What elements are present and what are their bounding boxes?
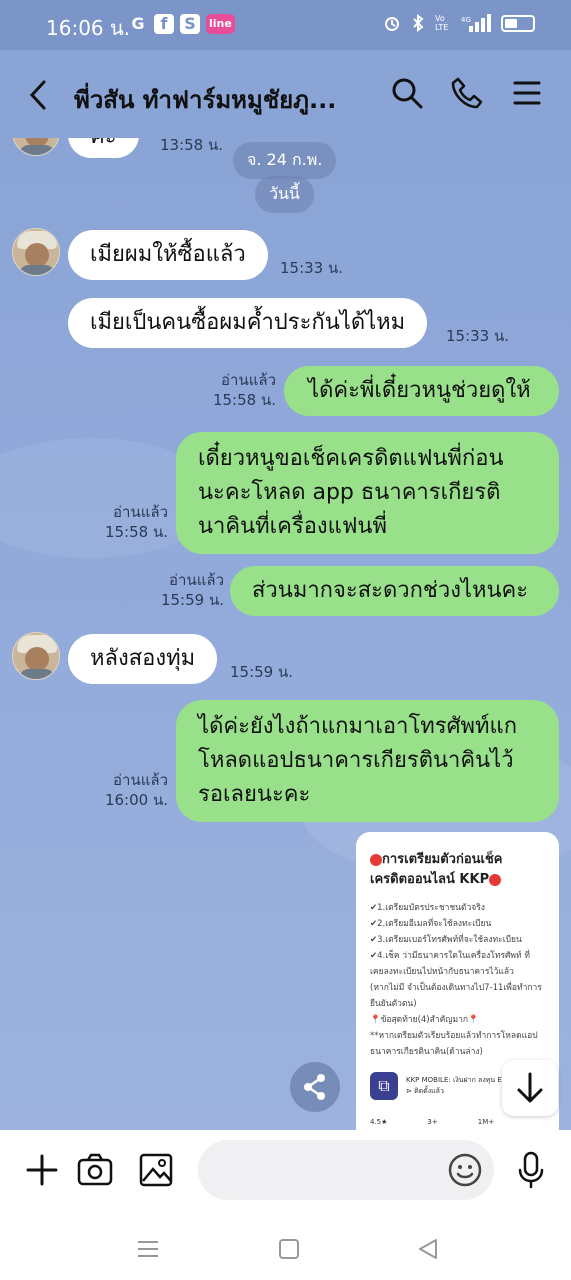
card-line: ✔4.เช็ค ว่ามีธนาคารใดในเครื่องโทรศัพท์ ท… [370,951,530,961]
message-line: เดี๋ยวหนูขอเช็คเครดิตแฟนพี่ก่อน [198,446,504,471]
back-icon[interactable] [26,78,50,112]
app-listing: ⧉ KKP MOBILE: เงินฝาก ลงทุน ED ⊳ ติดตั้ง… [370,1072,507,1100]
message-time: 15:58 น. [104,523,168,541]
card-line: ✔2.เตรียมอีเมลที่จะใช้ลงทะเบียน [370,919,492,929]
battery-icon [501,14,535,32]
image-icon[interactable] [138,1150,174,1190]
message-time: 16:00 น. [104,791,168,809]
app-name: KKP MOBILE: เงินฝาก ลงทุน ED [406,1076,508,1084]
kkp-app-icon: ⧉ [370,1072,398,1100]
card-line: ยืนยันตัวตน) [370,999,417,1009]
message-bubble[interactable]: หลังสองทุ่ม [68,634,218,684]
card-line: เคยลงทะเบียนไปหน้ากับธนาคารไว้แล้ว [370,967,514,977]
message-time: 15:58 น. [212,391,276,409]
message-bubble[interactable]: ได้ค่ะพี่เดี๋ยวหนูช่วยดูให้ [284,366,559,416]
message-line: รอเลยนะคะ [198,782,311,807]
read-label: อ่านแล้ว [113,771,168,789]
chat-header: พี่วสัน ทำฟาร์มหมูชัยภู... [0,50,571,138]
card-line: **หากเตรียมตัวเรียบร้อยแล้วทำการโหลดแอป [370,1031,538,1041]
message-bubble[interactable]: เมียเป็นคนซื้อผมค้ำประกันได้ไหม [68,298,428,348]
chat-area[interactable]: ค่ะ 13:58 น. จ. 24 ก.พ. วันนี้ เมียผมให้… [0,138,571,1130]
share-icon [304,1074,325,1100]
message-time: 13:58 น. [160,138,224,154]
notification-icons: G f S line [128,14,235,34]
s-app-icon: S [180,14,200,34]
read-status: อ่านแล้ว 15:58 น. [82,502,168,542]
status-bar: 16:06 น. G f S line Vo LTE 4G [0,0,571,50]
share-button[interactable] [290,1062,340,1112]
search-icon[interactable] [390,76,424,110]
app-sub: ⊳ ติดตั้งแล้ว [406,1087,444,1095]
signal-icon: 4G [461,14,491,32]
app-age: 3+ [427,1118,438,1126]
card-line: 📍ข้อสุดท้าย(4)สำคัญมาก📍 [370,1015,479,1025]
card-title: การเตรียมตัวก่อนเช็ค เครดิตออนไลน์ KKP [370,852,503,887]
menu-icon[interactable] [512,76,542,110]
home-icon[interactable] [277,1234,301,1264]
message-line: นาคินที่เครื่องแฟนพี่ [198,514,387,539]
today-separator: วันนี้ [255,176,314,213]
message-bubble-multiline[interactable]: เดี๋ยวหนูขอเช็คเครดิตแฟนพี่ก่อน นะคะโหลด… [176,432,559,554]
read-label: อ่านแล้ว [221,371,276,389]
read-status: อ่านแล้ว 15:59 น. [138,570,224,610]
nav-back-icon[interactable] [416,1234,440,1264]
emoji-icon[interactable] [446,1150,484,1190]
message-line: ได้ค่ะยังไงถ้าแกมาเอาโทรศัพท์แก [198,714,518,739]
system-icons: Vo LTE 4G [383,14,535,32]
card-line: (หากไม่มี จำเป็นต้องเดินทางไป7-11เพื่อทำ… [370,983,542,993]
avatar[interactable] [12,138,60,156]
message-time: 15:33 น. [280,259,344,277]
card-line: ธนาคารเกียรตินาคิน(ด้านล่าง) [370,1047,483,1057]
camera-icon[interactable] [76,1150,114,1190]
message-bubble[interactable]: ส่วนมากจะสะดวกช่วงไหนคะ [230,566,559,616]
message-bubble-multiline[interactable]: ได้ค่ะยังไงถ้าแกมาเอาโทรศัพท์แก โหลดแอปธ… [176,700,559,822]
line-notification-icon: line [206,14,235,34]
system-nav-bar [0,1220,571,1280]
card-line: ✔1.เตรียมบัตรประชาชนตัวจริง [370,903,485,913]
app-stats: 4.5★ 3+ 1M+ [370,1118,494,1126]
red-dot-icon [370,853,382,866]
arrow-down-icon [517,1072,543,1103]
microphone-icon[interactable] [514,1150,548,1190]
message-bubble-partial[interactable]: ค่ะ [68,138,139,158]
read-status: อ่านแล้ว 15:58 น. [190,370,276,410]
plus-icon[interactable] [24,1150,60,1190]
message-line: นะคะโหลด app ธนาคารเกียรติ [198,480,501,505]
svg-text:4G: 4G [461,16,471,24]
avatar[interactable] [12,632,60,680]
red-dot-icon [489,873,502,886]
composer-bar [0,1130,571,1280]
bluetooth-icon [413,14,424,32]
card-line: ✔3.เตรียมเบอร์โทรศัพท์ที่จะใช้ลงทะเบียน [370,935,522,945]
google-icon: G [131,14,145,33]
facebook-icon: f [154,14,174,34]
recent-apps-icon[interactable] [136,1234,160,1264]
avatar[interactable] [12,228,60,276]
app-downloads: 1M+ [477,1118,495,1126]
message-time: 15:59 น. [230,663,294,681]
read-label: อ่านแล้ว [169,571,224,589]
phone-icon[interactable] [450,76,484,110]
app-rating: 4.5★ [370,1118,388,1126]
status-time: 16:06 น. [46,16,131,40]
scroll-to-bottom-button[interactable] [502,1060,558,1116]
message-line: โหลดแอปธนาคารเกียรตินาคินไว้ [198,748,514,773]
read-status: อ่านแล้ว 16:00 น. [82,770,168,810]
date-separator: จ. 24 ก.พ. [233,142,337,179]
chat-title[interactable]: พี่วสัน ทำฟาร์มหมูชัยภู... [74,80,364,119]
message-time: 15:33 น. [446,327,510,345]
read-label: อ่านแล้ว [113,503,168,521]
message-bubble[interactable]: เมียผมให้ซื้อแล้ว [68,230,268,280]
volte-icon: Vo LTE [435,14,449,32]
message-time: 15:59 น. [160,591,224,609]
alarm-icon [385,17,399,31]
